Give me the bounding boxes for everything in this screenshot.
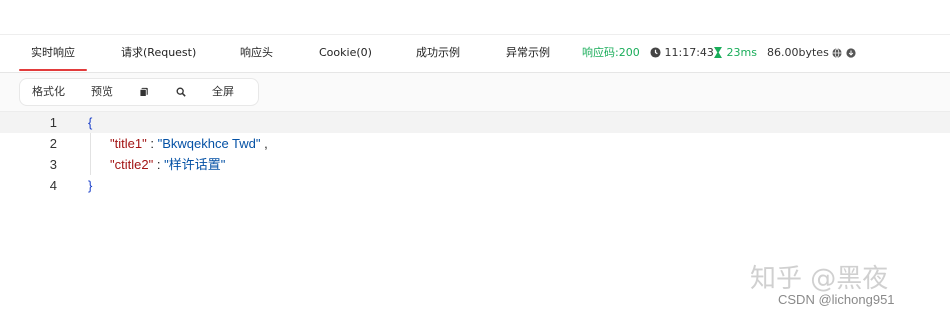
code-line-1: 1 { bbox=[0, 112, 950, 133]
size-info-icons[interactable] bbox=[832, 35, 856, 71]
json-key: "title1" bbox=[110, 136, 147, 151]
response-tabbar: 实时响应 请求(Request) 响应头 Cookie(0) 成功示例 异常示例… bbox=[0, 35, 950, 73]
search-button[interactable] bbox=[176, 79, 186, 105]
close-brace: } bbox=[88, 178, 93, 193]
json-colon: : bbox=[156, 157, 161, 172]
json-value: "样许话置" bbox=[164, 157, 226, 172]
tab-response-headers[interactable]: 响应头 bbox=[240, 35, 273, 71]
response-duration-value: 23ms bbox=[726, 46, 757, 59]
indent-guide bbox=[90, 133, 91, 175]
response-size: 86.00bytes bbox=[767, 46, 829, 59]
tab-request[interactable]: 请求(Request) bbox=[121, 35, 196, 71]
preview-button[interactable]: 预览 bbox=[91, 79, 113, 105]
response-time: 11:17:43 bbox=[650, 35, 714, 71]
top-blank-area bbox=[0, 0, 950, 35]
line-number: 4 bbox=[49, 178, 57, 193]
editor-toolbar: 格式化 预览 全屏 bbox=[19, 78, 259, 106]
fullscreen-button[interactable]: 全屏 bbox=[212, 79, 234, 105]
line-number: 2 bbox=[49, 136, 57, 151]
response-duration: 23ms bbox=[713, 35, 757, 71]
status-code: 响应码:200 bbox=[582, 46, 640, 59]
code-line-4: 4 } bbox=[0, 175, 950, 196]
hourglass-icon bbox=[714, 46, 722, 59]
copy-button[interactable] bbox=[139, 79, 149, 105]
search-icon bbox=[176, 87, 186, 97]
json-comma: , bbox=[264, 136, 268, 151]
format-button[interactable]: 格式化 bbox=[32, 79, 65, 105]
tab-success-example[interactable]: 成功示例 bbox=[416, 35, 460, 71]
json-value: "Bkwqekhce Twd" bbox=[157, 136, 261, 151]
copy-icon bbox=[139, 87, 148, 97]
json-entry: "ctitle2" : "样许话置" bbox=[110, 154, 225, 175]
editor-toolbar-area: 格式化 预览 全屏 bbox=[0, 73, 950, 112]
response-time-value: 11:17:43 bbox=[664, 46, 714, 59]
clock-icon bbox=[650, 47, 661, 58]
code-line-3: 3 "ctitle2" : "样许话置" bbox=[0, 154, 950, 175]
json-key: "ctitle2" bbox=[110, 157, 154, 172]
tab-cookie[interactable]: Cookie(0) bbox=[319, 35, 372, 71]
tab-error-example[interactable]: 异常示例 bbox=[506, 35, 550, 71]
line-number: 3 bbox=[49, 157, 57, 172]
line-number: 1 bbox=[49, 115, 57, 130]
zhihu-watermark: 知乎 @黑夜 bbox=[750, 264, 889, 294]
globe-icon[interactable] bbox=[832, 48, 842, 58]
csdn-watermark: CSDN @lichong951 bbox=[778, 292, 895, 307]
code-line-2: 2 "title1" : "Bkwqekhce Twd" , bbox=[0, 133, 950, 154]
tab-realtime-response[interactable]: 实时响应 bbox=[19, 35, 87, 71]
open-brace: { bbox=[88, 115, 93, 130]
download-icon[interactable] bbox=[845, 48, 856, 58]
json-entry: "title1" : "Bkwqekhce Twd" , bbox=[110, 133, 268, 154]
json-colon: : bbox=[150, 136, 154, 151]
